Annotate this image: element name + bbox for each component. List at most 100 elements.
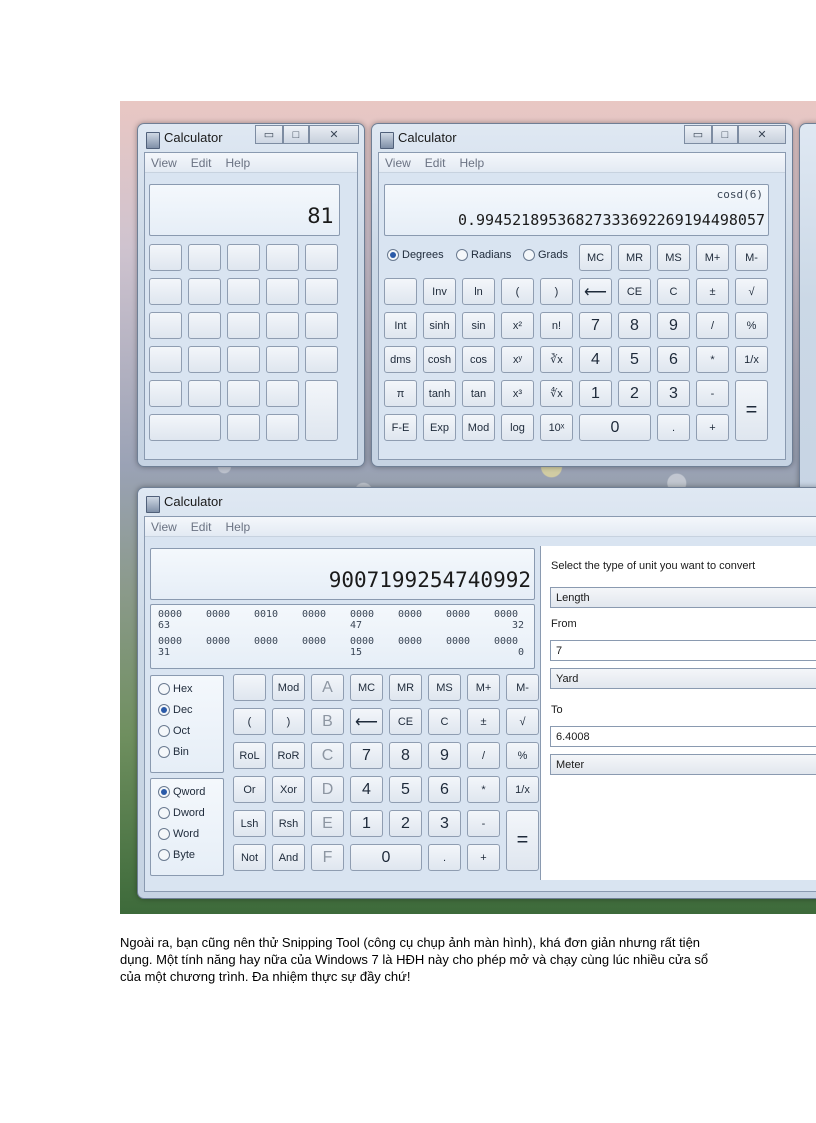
- close-button[interactable]: ✕: [738, 125, 786, 144]
- reciprocal-button[interactable]: 1/x: [506, 776, 539, 803]
- mr-button[interactable]: MR: [389, 674, 422, 701]
- undefined-button[interactable]: [149, 244, 182, 271]
- bit-group[interactable]: 0010: [254, 609, 302, 620]
- 5-button[interactable]: 5: [389, 776, 422, 803]
- power-button[interactable]: xʸ: [501, 346, 534, 373]
- open-paren-button[interactable]: (: [501, 278, 534, 305]
- cos-button[interactable]: cos: [462, 346, 495, 373]
- ms-button[interactable]: MS: [657, 244, 690, 271]
- 6-button[interactable]: 6: [657, 346, 690, 373]
- fourth-root-button[interactable]: ∜x: [540, 380, 573, 407]
- 8-button[interactable]: 8: [618, 312, 651, 339]
- f-e-button[interactable]: F-E: [384, 414, 417, 441]
- a-button[interactable]: A: [311, 674, 344, 701]
- equals-button[interactable]: =: [506, 810, 539, 871]
- rol-button[interactable]: RoL: [233, 742, 266, 769]
- c-button[interactable]: C: [428, 708, 461, 735]
- undefined-button[interactable]: [266, 346, 299, 373]
- undefined-button[interactable]: [266, 414, 299, 441]
- undefined-button[interactable]: [188, 244, 221, 271]
- from-unit-dropdown[interactable]: Yard: [550, 668, 816, 689]
- grads-radio[interactable]: Grads: [523, 249, 568, 261]
- from-value-input[interactable]: 7: [550, 640, 816, 661]
- ten-power-button[interactable]: 10ˣ: [540, 414, 573, 441]
- 9-button[interactable]: 9: [428, 742, 461, 769]
- m--button[interactable]: M-: [506, 674, 539, 701]
- bit-group[interactable]: 0000: [302, 609, 350, 620]
- dms-button[interactable]: dms: [384, 346, 417, 373]
- undefined-button[interactable]: [266, 244, 299, 271]
- bit-group[interactable]: 0000: [254, 636, 302, 647]
- byte-radio[interactable]: Byte: [158, 849, 195, 861]
- plus-minus-button[interactable]: ±: [696, 278, 729, 305]
- menu-help[interactable]: Help: [459, 156, 484, 170]
- 9-button[interactable]: 9: [657, 312, 690, 339]
- qword-radio[interactable]: Qword: [158, 786, 205, 798]
- backspace-button[interactable]: ⟵: [579, 278, 612, 305]
- bit-group[interactable]: 0000: [302, 636, 350, 647]
- factorial-button[interactable]: n!: [540, 312, 573, 339]
- c-button[interactable]: C: [311, 742, 344, 769]
- plus-minus-button[interactable]: ±: [467, 708, 500, 735]
- close-button[interactable]: ✕: [309, 125, 359, 144]
- close-paren-button[interactable]: ): [540, 278, 573, 305]
- f-button[interactable]: F: [311, 844, 344, 871]
- mod-button[interactable]: Mod: [462, 414, 495, 441]
- dword-radio[interactable]: Dword: [158, 807, 205, 819]
- blank-button[interactable]: [233, 674, 266, 701]
- 3-button[interactable]: 3: [657, 380, 690, 407]
- rsh-button[interactable]: Rsh: [272, 810, 305, 837]
- m--button[interactable]: M+: [696, 244, 729, 271]
- divide-button[interactable]: /: [467, 742, 500, 769]
- sin-button[interactable]: sin: [462, 312, 495, 339]
- undefined-button[interactable]: [188, 312, 221, 339]
- undefined-button[interactable]: [149, 278, 182, 305]
- bin-radio[interactable]: Bin: [158, 746, 189, 758]
- plus-button[interactable]: +: [696, 414, 729, 441]
- percent-button[interactable]: %: [506, 742, 539, 769]
- unit-type-dropdown[interactable]: Length: [550, 587, 816, 608]
- minimize-button[interactable]: ▭: [684, 125, 712, 144]
- minimize-button[interactable]: ▭: [255, 125, 283, 144]
- sqrt-button[interactable]: √: [735, 278, 768, 305]
- bit-group[interactable]: 0000: [398, 609, 446, 620]
- log-button[interactable]: log: [501, 414, 534, 441]
- m--button[interactable]: M+: [467, 674, 500, 701]
- undefined-button[interactable]: [149, 346, 182, 373]
- bit-group[interactable]: 0000: [158, 636, 206, 647]
- and-button[interactable]: And: [272, 844, 305, 871]
- ms-button[interactable]: MS: [428, 674, 461, 701]
- 0-button[interactable]: 0: [350, 844, 422, 871]
- menu-view[interactable]: View: [151, 156, 177, 170]
- undefined-button[interactable]: [227, 380, 260, 407]
- undefined-button[interactable]: [227, 312, 260, 339]
- 2-button[interactable]: 2: [618, 380, 651, 407]
- undefined-button[interactable]: [188, 380, 221, 407]
- dec-radio[interactable]: Dec: [158, 704, 193, 716]
- mod-button[interactable]: Mod: [272, 674, 305, 701]
- undefined-button[interactable]: [149, 380, 182, 407]
- sqrt-button[interactable]: √: [506, 708, 539, 735]
- decimal-button[interactable]: .: [428, 844, 461, 871]
- ln-button[interactable]: ln: [462, 278, 495, 305]
- not-button[interactable]: Not: [233, 844, 266, 871]
- 2-button[interactable]: 2: [389, 810, 422, 837]
- cosh-button[interactable]: cosh: [423, 346, 456, 373]
- close-paren-button[interactable]: ): [272, 708, 305, 735]
- 7-button[interactable]: 7: [350, 742, 383, 769]
- reciprocal-button[interactable]: 1/x: [735, 346, 768, 373]
- undefined-button[interactable]: [305, 312, 338, 339]
- c-button[interactable]: C: [657, 278, 690, 305]
- percent-button[interactable]: %: [735, 312, 768, 339]
- menu-help[interactable]: Help: [225, 156, 250, 170]
- bit-group[interactable]: 0000: [494, 636, 542, 647]
- undefined-button[interactable]: [305, 380, 338, 441]
- cube-button[interactable]: x³: [501, 380, 534, 407]
- mr-button[interactable]: MR: [618, 244, 651, 271]
- multiply-button[interactable]: *: [467, 776, 500, 803]
- int-button[interactable]: Int: [384, 312, 417, 339]
- bit-group[interactable]: 0000: [446, 636, 494, 647]
- 8-button[interactable]: 8: [389, 742, 422, 769]
- undefined-button[interactable]: [305, 346, 338, 373]
- mc-button[interactable]: MC: [579, 244, 612, 271]
